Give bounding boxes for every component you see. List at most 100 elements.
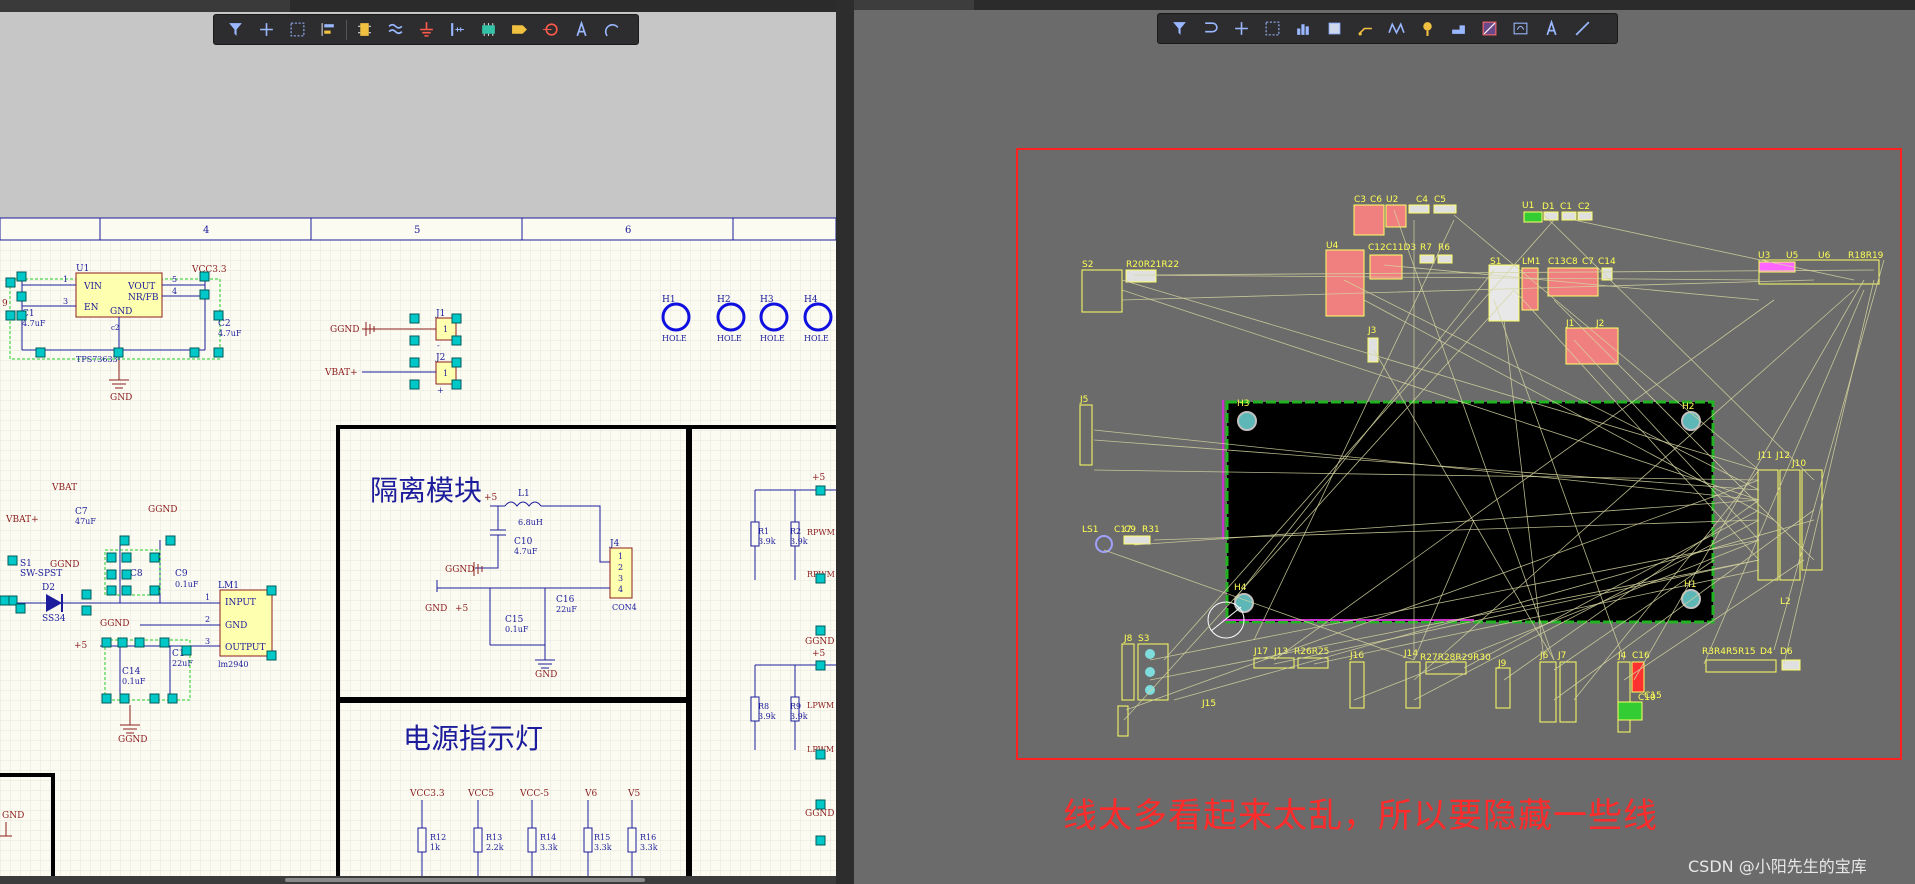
svg-text:R9: R9 [790, 702, 801, 711]
part-icon[interactable] [349, 15, 380, 44]
svg-text:J8: J8 [1123, 634, 1133, 644]
svg-text:C15: C15 [505, 615, 524, 625]
pcb-editor[interactable]: C3 C6 U2 C4 C5 U1 D1 C1 C2 S2 R20R21R22 … [854, 0, 1915, 884]
schematic-canvas[interactable]: 4 5 6 9 U1 VIN EN VOUT NR/FB GND 1 3 5 4… [0, 0, 836, 884]
svg-text:LM1: LM1 [218, 581, 239, 591]
svg-text:3.3k: 3.3k [640, 843, 658, 852]
svg-text:GND: GND [535, 670, 557, 680]
schematic-editor[interactable]: 4 5 6 9 U1 VIN EN VOUT NR/FB GND 1 3 5 4… [0, 0, 836, 884]
svg-text:R20R21R22: R20R21R22 [1126, 260, 1179, 270]
svg-text:1: 1 [205, 593, 210, 602]
svg-text:VCC5: VCC5 [467, 789, 494, 799]
svg-text:H3: H3 [1237, 399, 1250, 409]
horizontal-scrollbar-thumb[interactable] [285, 878, 645, 882]
svg-text:D4: D4 [1760, 647, 1773, 657]
svg-text:U5: U5 [1786, 251, 1798, 261]
svg-text:1k: 1k [430, 843, 440, 852]
svg-text:J17: J17 [1253, 647, 1268, 657]
svg-text:LS1: LS1 [1082, 525, 1098, 535]
svg-text:R7: R7 [1420, 243, 1432, 253]
line-icon[interactable] [1567, 14, 1598, 43]
svg-text:GND: GND [2, 811, 24, 821]
svg-text:J9: J9 [1497, 659, 1507, 669]
svg-text:GGND: GGND [330, 325, 359, 335]
u1-part: TPS73633 [76, 355, 118, 364]
svg-text:R1: R1 [758, 527, 769, 536]
add-icon[interactable] [1226, 14, 1257, 43]
svg-text:J7: J7 [1557, 651, 1566, 661]
arc-icon[interactable] [597, 15, 628, 44]
svg-text:1: 1 [63, 275, 68, 284]
chart-icon[interactable] [1288, 14, 1319, 43]
svg-text:H2: H2 [717, 295, 731, 305]
svg-text:S1: S1 [1490, 257, 1501, 267]
svg-text:L2: L2 [1780, 597, 1791, 607]
diff-pair-icon[interactable] [1381, 14, 1412, 43]
svg-text:C13C8: C13C8 [1548, 257, 1578, 267]
svg-text:+5: +5 [812, 473, 826, 483]
svg-text:5: 5 [172, 275, 177, 284]
add-icon[interactable] [251, 15, 282, 44]
select-rect-icon[interactable] [282, 15, 313, 44]
svg-text:LPWM: LPWM [807, 701, 834, 710]
align-icon[interactable] [313, 15, 344, 44]
svg-text:L1: L1 [518, 489, 530, 499]
svg-text:4: 4 [618, 585, 623, 594]
svg-text:3: 3 [618, 574, 623, 583]
pane-divider[interactable] [836, 0, 1682, 884]
svg-text:1: 1 [443, 369, 448, 378]
gnd-icon[interactable] [411, 15, 442, 44]
svg-text:S1: S1 [20, 559, 32, 569]
svg-text:3.3k: 3.3k [540, 843, 558, 852]
component-icon[interactable] [473, 15, 504, 44]
filter-icon[interactable] [220, 15, 251, 44]
netlabel-icon[interactable] [504, 15, 535, 44]
svg-text:OUTPUT: OUTPUT [225, 643, 265, 653]
svg-text:R18R19: R18R19 [1848, 251, 1884, 261]
svg-text:GGND: GGND [148, 505, 177, 515]
svg-text:C8: C8 [130, 569, 143, 579]
ratsnest-line [1783, 279, 1875, 665]
port-icon[interactable] [535, 15, 566, 44]
route-icon[interactable] [1195, 14, 1226, 43]
svg-text:C14: C14 [122, 667, 141, 677]
svg-text:2: 2 [618, 563, 623, 572]
svg-text:SS34: SS34 [42, 614, 66, 624]
svg-text:3.9k: 3.9k [790, 537, 808, 546]
svg-text:+5: +5 [812, 649, 826, 659]
bus-icon[interactable] [442, 15, 473, 44]
filter-icon[interactable] [1164, 14, 1195, 43]
svg-text:RPWM: RPWM [807, 528, 835, 537]
svg-text:J4: J4 [609, 539, 620, 549]
text-icon[interactable] [566, 15, 597, 44]
svg-text:VCC-5: VCC-5 [519, 789, 549, 799]
pin-icon[interactable] [1412, 14, 1443, 43]
svg-text:R13: R13 [486, 833, 502, 842]
svg-text:SW-SPST: SW-SPST [20, 569, 62, 579]
svg-text:V6: V6 [584, 789, 597, 799]
pcb-canvas[interactable]: C3 C6 U2 C4 C5 U1 D1 C1 C2 S2 R20R21R22 … [854, 0, 1915, 884]
svg-text:J3: J3 [1367, 326, 1376, 336]
svg-text:J15: J15 [1201, 699, 1216, 709]
component-icon[interactable] [1319, 14, 1350, 43]
svg-text:S2: S2 [1082, 260, 1093, 270]
pad-icon[interactable] [1443, 14, 1474, 43]
harness-icon[interactable] [380, 15, 411, 44]
svg-text:VCC3.3: VCC3.3 [409, 789, 445, 799]
svg-text:VBAT+: VBAT+ [5, 515, 39, 525]
interactive-route-icon[interactable] [1350, 14, 1381, 43]
horizontal-scrollbar[interactable] [0, 876, 836, 884]
svg-text:-: - [437, 341, 440, 350]
ratsnest-line [1773, 259, 1885, 651]
svg-text:lm2940: lm2940 [218, 660, 249, 669]
fill-icon[interactable] [1474, 14, 1505, 43]
select-rect-icon[interactable] [1257, 14, 1288, 43]
dimension-icon[interactable] [1505, 14, 1536, 43]
svg-text:HOLE: HOLE [717, 334, 742, 343]
svg-text:VBAT: VBAT [51, 483, 77, 493]
svg-text:GGND: GGND [118, 735, 147, 745]
column-label-4: 4 [203, 225, 209, 236]
svg-text:S3: S3 [1138, 634, 1149, 644]
text-icon[interactable] [1536, 14, 1567, 43]
svg-text:D2: D2 [42, 583, 55, 593]
